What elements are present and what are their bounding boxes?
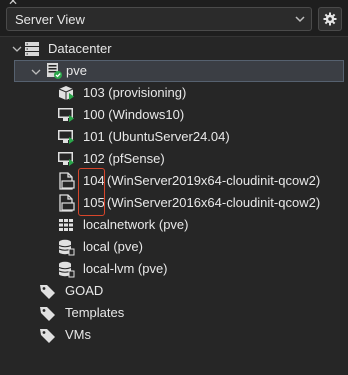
tree-item-vm[interactable]: 100 (Windows10) — [0, 104, 348, 126]
tree-item-label: 101 (UbuntuServer24.04) — [83, 129, 230, 144]
tree-item-label: Templates — [65, 305, 125, 320]
tag-icon — [40, 329, 55, 343]
tree-item-storage[interactable]: local-lvm (pve) — [0, 258, 348, 280]
vm-running-icon — [58, 130, 74, 144]
tree-item-label: localnetwork (pve) — [83, 217, 189, 232]
tree-item-node-pve[interactable]: pve — [14, 60, 344, 82]
tree-item-vm[interactable]: 103 (provisioning) — [0, 82, 348, 104]
tag-icon — [40, 285, 55, 299]
tree-item-storage[interactable]: local (pve) — [0, 236, 348, 258]
tree-item-label: 100 (Windows10) — [83, 107, 185, 122]
tree-item-vm[interactable]: 102 (pfSense) — [0, 148, 348, 170]
tree-item-template[interactable]: 105 (WinServer2016x64-cloudinit-qcow2) — [0, 192, 348, 214]
resource-tree: Datacenter pve 103 (provisioning) 100 (W… — [0, 36, 348, 375]
tag-icon — [40, 307, 55, 321]
storage-icon — [58, 261, 75, 278]
template-id: 105 — [83, 195, 105, 210]
template-icon — [59, 172, 75, 190]
tree-item-label: GOAD — [65, 283, 104, 298]
tree-item-label: local (pve) — [83, 239, 143, 254]
settings-button[interactable] — [318, 7, 342, 31]
network-grid-icon — [59, 219, 73, 231]
storage-icon — [58, 239, 75, 256]
vm-running-icon — [58, 152, 74, 166]
view-select-value: Server View — [15, 11, 85, 27]
server-rack-icon — [25, 42, 39, 56]
chevron-down-icon — [295, 16, 305, 23]
template-name: (WinServer2019x64-cloudinit-qcow2) — [107, 173, 321, 188]
tree-item-label: local-lvm (pve) — [83, 261, 168, 276]
tree-item-label: Datacenter — [48, 41, 112, 56]
tree-item-vm[interactable]: 101 (UbuntuServer24.04) — [0, 126, 348, 148]
resource-tree-panel: ✕ Server View Datacenter pve 103 (provis… — [0, 0, 348, 375]
tree-toolbar: ✕ Server View — [0, 0, 348, 37]
tree-item-label: pve — [66, 63, 87, 78]
vm-running-icon — [58, 108, 74, 122]
tree-item-datacenter[interactable]: Datacenter — [0, 38, 348, 60]
tree-item-tag[interactable]: Templates — [0, 302, 348, 324]
tree-item-tag[interactable]: GOAD — [0, 280, 348, 302]
tree-item-tag[interactable]: VMs — [0, 324, 348, 346]
vm-running-icon — [58, 86, 74, 100]
template-name: (WinServer2016x64-cloudinit-qcow2) — [107, 195, 321, 210]
node-online-icon — [47, 63, 62, 79]
tree-item-template[interactable]: 104 (WinServer2019x64-cloudinit-qcow2) — [0, 170, 348, 192]
tree-item-label: 102 (pfSense) — [83, 151, 165, 166]
gear-icon — [323, 12, 337, 26]
template-id: 104 — [83, 173, 105, 188]
tree-item-label: 103 (provisioning) — [83, 85, 187, 100]
view-select[interactable]: Server View — [6, 7, 312, 31]
chevron-down-icon[interactable] — [11, 43, 23, 55]
chevron-down-icon[interactable] — [30, 66, 42, 78]
tree-item-label: VMs — [65, 327, 91, 342]
template-icon — [59, 194, 75, 212]
tree-item-network[interactable]: localnetwork (pve) — [0, 214, 348, 236]
